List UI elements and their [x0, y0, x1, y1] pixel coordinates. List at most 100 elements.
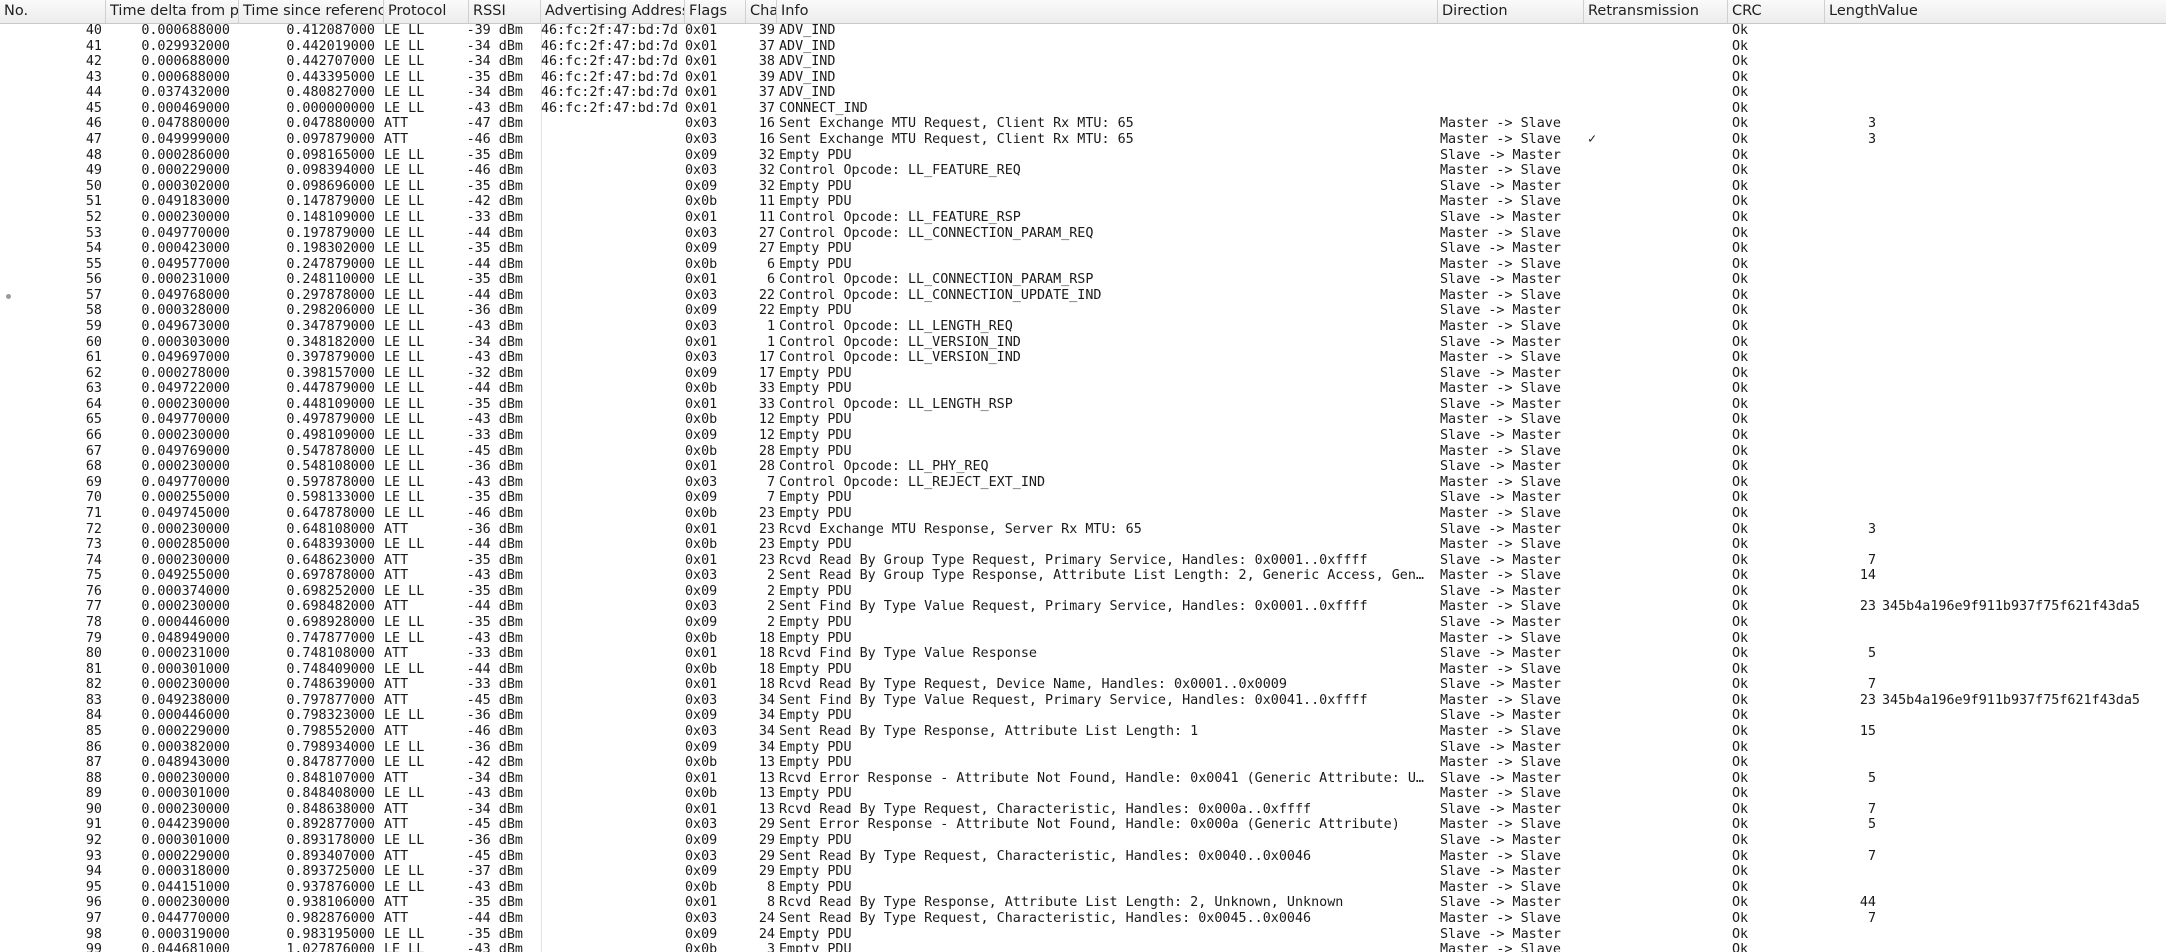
packet-row[interactable]: 77 0.000230000 0.698482000 ATT -44 dBm 0x03 2 S…	[0, 599, 2166, 615]
cell-protocol: LE LL	[384, 537, 425, 553]
packet-row[interactable]: 43 0.000688000 0.443395000 LE LL -35 dBm 46:f…	[0, 70, 2166, 86]
packet-row[interactable]: 81 0.000301000 0.748409000 LE LL -44 dBm 0x0b…	[0, 662, 2166, 678]
packet-row[interactable]: 53 0.049770000 0.197879000 LE LL -44 dBm 0x03…	[0, 226, 2166, 242]
packet-row[interactable]: 68 0.000230000 0.548108000 LE LL -36 dBm 0x01…	[0, 459, 2166, 475]
packet-row[interactable]: 64 0.000230000 0.448109000 LE LL -35 dBm 0x01…	[0, 397, 2166, 413]
cell-protocol: LE LL	[384, 942, 425, 952]
col-header-rssi[interactable]: RSSI	[469, 0, 541, 23]
packet-row[interactable]: 50 0.000302000 0.098696000 LE LL -35 dBm 0x09…	[0, 179, 2166, 195]
packet-row[interactable]: 83 0.049238000 0.797877000 ATT -45 dBm 0x03 34…	[0, 693, 2166, 709]
packet-row[interactable]: 82 0.000230000 0.748639000 ATT -33 dBm 0x01 18…	[0, 677, 2166, 693]
packet-row[interactable]: 41 0.029932000 0.442019000 LE LL -34 dBm 46:f…	[0, 39, 2166, 55]
cell-length: 3	[1867, 116, 1876, 132]
packet-list[interactable]: No. Time delta from pre Time since refer…	[0, 0, 2166, 952]
cell-retransmission	[1588, 615, 1628, 631]
col-header-retransmission[interactable]: Retransmission	[1584, 0, 1728, 23]
packet-row[interactable]: 84 0.000446000 0.798323000 LE LL -36 dBm 0x09…	[0, 708, 2166, 724]
packet-row[interactable]: 78 0.000446000 0.698928000 LE LL -35 dBm 0x09…	[0, 615, 2166, 631]
packet-row[interactable]: 40 0.000688000 0.412087000 LE LL -39 dBm 46:f…	[0, 23, 2166, 39]
packet-row[interactable]: 52 0.000230000 0.148109000 LE LL -33 dBm 0x01…	[0, 210, 2166, 226]
packet-row[interactable]: 98 0.000319000 0.983195000 LE LL -35 dBm 0x09…	[0, 927, 2166, 943]
packet-row[interactable]: 90 0.000230000 0.848638000 ATT -34 dBm 0x01 13…	[0, 802, 2166, 818]
packet-row[interactable]: 46 0.047880000 0.047880000 ATT -47 dBm 0x03 16…	[0, 116, 2166, 132]
packet-row[interactable]: 55 0.049577000 0.247879000 LE LL -44 dBm 0x0b…	[0, 257, 2166, 273]
packet-row[interactable]: 65 0.049770000 0.497879000 LE LL -43 dBm 0x0b…	[0, 412, 2166, 428]
cell-value	[1882, 428, 2166, 444]
packet-row[interactable]: 80 0.000231000 0.748108000 ATT -33 dBm 0x01 18…	[0, 646, 2166, 662]
packet-row[interactable]: 71 0.049745000 0.647878000 LE LL -46 dBm 0x0b…	[0, 506, 2166, 522]
cell-protocol: LE LL	[384, 505, 425, 521]
cell-length	[1826, 880, 1876, 896]
packet-row[interactable]: 72 0.000230000 0.648108000 ATT -36 dBm 0x01 23…	[0, 522, 2166, 538]
packet-row[interactable]: 61 0.049697000 0.397879000 LE LL -43 dBm 0x03…	[0, 350, 2166, 366]
packet-row[interactable]: 76 0.000374000 0.698252000 LE LL -35 dBm 0x09…	[0, 584, 2166, 600]
cell-value	[1882, 350, 2166, 366]
packet-row[interactable]: 93 0.000229000 0.893407000 ATT -45 dBm 0x03 29…	[0, 849, 2166, 865]
col-header-protocol[interactable]: Protocol	[384, 0, 469, 23]
packet-row[interactable]: 63 0.049722000 0.447879000 LE LL -44 dBm 0x0b…	[0, 381, 2166, 397]
packet-row[interactable]: 45 0.000469000 0.000000000 LE LL -43 dBm 46:f…	[0, 101, 2166, 117]
packet-row[interactable]: 94 0.000318000 0.893725000 LE LL -37 dBm 0x09…	[0, 864, 2166, 880]
cell-info: Empty PDU	[779, 786, 852, 802]
packet-row[interactable]: 96 0.000230000 0.938106000 ATT -35 dBm 0x01 8 R…	[0, 895, 2166, 911]
col-header-channel[interactable]: Cha	[746, 0, 777, 23]
cell-rssi: -34 dBm	[466, 38, 523, 54]
packet-row[interactable]: 69 0.049770000 0.597878000 LE LL -43 dBm 0x03…	[0, 475, 2166, 491]
cell-direction: Master -> Slave	[1440, 443, 1561, 459]
cell-time-delta: 0.049577000	[141, 256, 230, 272]
cell-crc: Ok	[1732, 895, 1749, 911]
packet-row[interactable]: 47 0.049999000 0.097879000 ATT -46 dBm 0x03 16…	[0, 132, 2166, 148]
packet-row[interactable]: 54 0.000423000 0.198302000 LE LL -35 dBm 0x09…	[0, 241, 2166, 257]
packet-row[interactable]: 73 0.000285000 0.648393000 LE LL -44 dBm 0x0b…	[0, 537, 2166, 553]
packet-row[interactable]: 75 0.049255000 0.697878000 ATT -43 dBm 0x03 2 S…	[0, 568, 2166, 584]
cell-protocol: ATT	[384, 817, 409, 833]
packet-row[interactable]: 86 0.000382000 0.798934000 LE LL -36 dBm 0x09…	[0, 740, 2166, 756]
cell-crc: Ok	[1732, 178, 1749, 194]
cell-info: Control Opcode: LL_VERSION_IND	[779, 350, 1021, 366]
col-header-info[interactable]: Info	[777, 0, 1438, 23]
packet-row[interactable]: 51 0.049183000 0.147879000 LE LL -42 dBm 0x0b…	[0, 194, 2166, 210]
packet-row[interactable]: 42 0.000688000 0.442707000 LE LL -34 dBm 46:f…	[0, 54, 2166, 70]
packet-row[interactable]: 79 0.048949000 0.747877000 LE LL -43 dBm 0x0b…	[0, 631, 2166, 647]
cell-protocol: LE LL	[384, 739, 425, 755]
packet-row[interactable]: 57 0.049768000 0.297878000 LE LL -44 dBm 0x03…	[0, 288, 2166, 304]
packet-row[interactable]: 66 0.000230000 0.498109000 LE LL -33 dBm 0x09…	[0, 428, 2166, 444]
cell-length: 23	[1859, 599, 1876, 615]
packet-row[interactable]: 85 0.000229000 0.798552000 ATT -46 dBm 0x03 34…	[0, 724, 2166, 740]
packet-row[interactable]: 97 0.044770000 0.982876000 ATT -44 dBm 0x03 24…	[0, 911, 2166, 927]
packet-row[interactable]: 56 0.000231000 0.248110000 LE LL -35 dBm 0x01…	[0, 272, 2166, 288]
cell-rssi: -43 dBm	[466, 630, 523, 646]
packet-row[interactable]: 99 0.044681000 1.027876000 LE LL -43 dBm 0x0b…	[0, 942, 2166, 952]
packet-row[interactable]: 44 0.037432000 0.480827000 LE LL -34 dBm 46:f…	[0, 85, 2166, 101]
packet-row[interactable]: 70 0.000255000 0.598133000 LE LL -35 dBm 0x09…	[0, 490, 2166, 506]
cell-channel: 11	[758, 209, 775, 225]
col-header-no[interactable]: No.	[0, 0, 106, 23]
packet-row[interactable]: 91 0.044239000 0.892877000 ATT -45 dBm 0x03 29…	[0, 817, 2166, 833]
packet-row[interactable]: 95 0.044151000 0.937876000 LE LL -43 dBm 0x0b…	[0, 880, 2166, 896]
col-header-flags[interactable]: Flags	[685, 0, 746, 23]
col-header-advertising-address[interactable]: Advertising Address	[541, 0, 685, 23]
col-header-length[interactable]: Length	[1825, 0, 1878, 23]
packet-row[interactable]: 89 0.000301000 0.848408000 LE LL -43 dBm 0x0b…	[0, 786, 2166, 802]
packet-row[interactable]: 92 0.000301000 0.893178000 LE LL -36 dBm 0x09…	[0, 833, 2166, 849]
col-header-value[interactable]: Value	[1874, 0, 2166, 23]
cell-flags: 0x0b	[685, 194, 718, 210]
packet-row[interactable]: 58 0.000328000 0.298206000 LE LL -36 dBm 0x09…	[0, 303, 2166, 319]
packet-row[interactable]: 67 0.049769000 0.547878000 LE LL -45 dBm 0x0b…	[0, 444, 2166, 460]
col-header-time-delta[interactable]: Time delta from pre	[106, 0, 239, 23]
col-header-direction[interactable]: Direction	[1438, 0, 1584, 23]
packet-row[interactable]: 88 0.000230000 0.848107000 ATT -34 dBm 0x01 13…	[0, 771, 2166, 787]
col-header-time-reference[interactable]: Time since reference	[239, 0, 384, 23]
cell-retransmission	[1588, 381, 1628, 397]
packet-row[interactable]: 49 0.000229000 0.098394000 LE LL -46 dBm 0x03…	[0, 163, 2166, 179]
packet-row[interactable]: 59 0.049673000 0.347879000 LE LL -43 dBm 0x03…	[0, 319, 2166, 335]
packet-row[interactable]: 60 0.000303000 0.348182000 LE LL -34 dBm 0x01…	[0, 335, 2166, 351]
cell-flags: 0x09	[685, 147, 718, 163]
packet-row[interactable]: 62 0.000278000 0.398157000 LE LL -32 dBm 0x09…	[0, 366, 2166, 382]
packet-row[interactable]: 74 0.000230000 0.648623000 ATT -35 dBm 0x01 23…	[0, 553, 2166, 569]
col-header-crc[interactable]: CRC	[1728, 0, 1825, 23]
cell-length	[1826, 350, 1876, 366]
cell-protocol: LE LL	[384, 630, 425, 646]
packet-row[interactable]: 87 0.048943000 0.847877000 LE LL -42 dBm 0x0b…	[0, 755, 2166, 771]
packet-row[interactable]: 48 0.000286000 0.098165000 LE LL -35 dBm 0x09…	[0, 148, 2166, 164]
